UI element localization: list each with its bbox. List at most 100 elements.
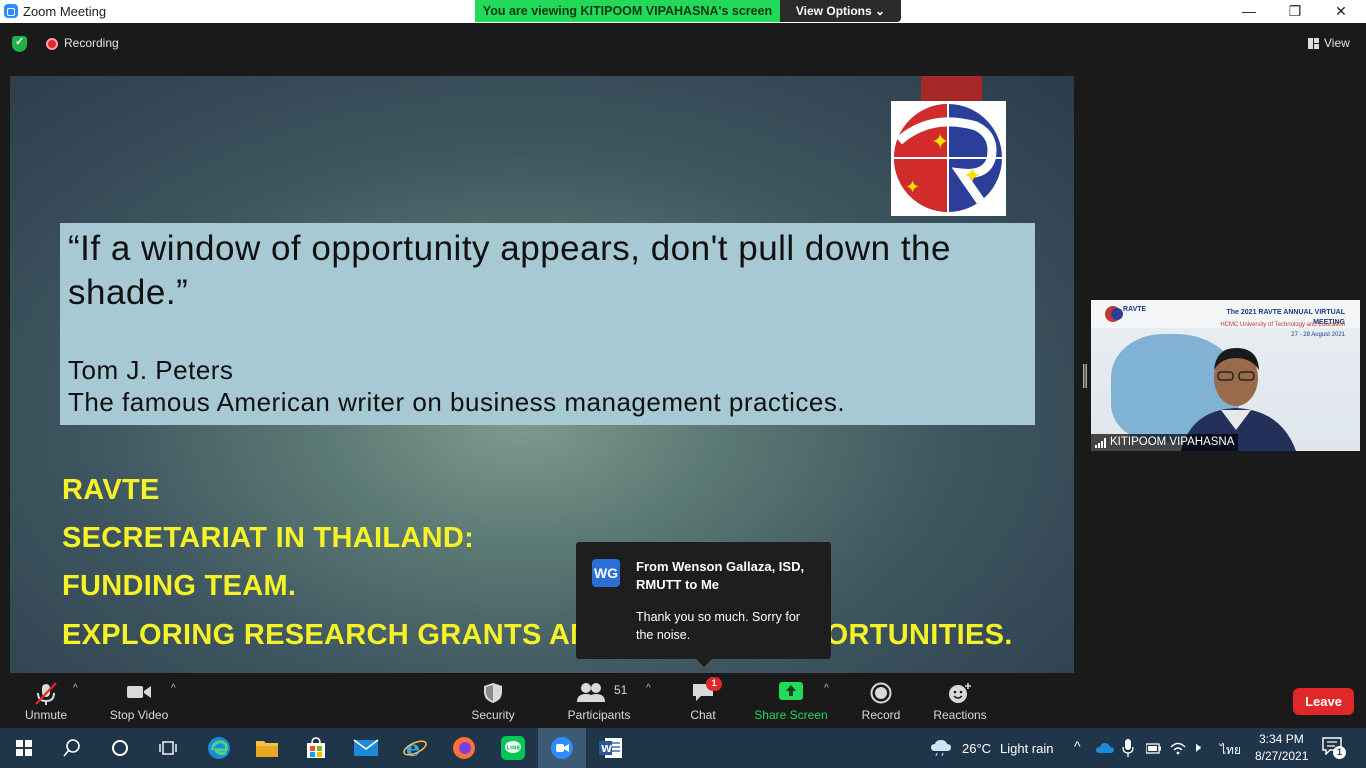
quote-text: “If a window of opportunity appears, don…: [68, 229, 951, 312]
slide-line-secretariat: SECRETARIAT IN THAILAND:: [62, 522, 475, 554]
svg-text:✦: ✦: [905, 177, 920, 197]
shared-screen-slide: ✦ ✦ ✦ “If a window of opportunity appear…: [10, 76, 1074, 673]
weather-description[interactable]: Light rain: [1000, 741, 1053, 756]
window-title: Zoom Meeting: [23, 4, 107, 19]
meeting-toolbar: Unmute ^ Stop Video ^ Security 51 Partic…: [0, 673, 1366, 728]
chevron-down-icon: ⌄: [875, 4, 886, 18]
chat-label: Chat: [690, 708, 716, 722]
participant-name-label: KITIPOOM VIPAHASNA: [1091, 434, 1239, 451]
slide-line-ravte: RAVTE: [62, 474, 160, 506]
avatar: WG: [592, 559, 620, 587]
svg-text:✦: ✦: [931, 129, 949, 154]
leave-button[interactable]: Leave: [1293, 688, 1354, 715]
stop-video-label: Stop Video: [109, 708, 169, 722]
wifi-icon[interactable]: [1170, 741, 1186, 755]
ravte-logo: ✦ ✦ ✦: [891, 101, 1006, 216]
window-titlebar: Zoom Meeting You are viewing KITIPOOM VI…: [0, 0, 1366, 23]
recording-dot-icon: [46, 38, 58, 50]
windows-logo-icon: [16, 740, 32, 756]
participants-button[interactable]: 51 Participants: [560, 673, 638, 728]
microphone-muted-icon: [35, 682, 57, 705]
slide-line-funding-team: FUNDING TEAM.: [62, 570, 297, 602]
task-view-button[interactable]: [144, 728, 192, 768]
search-icon: [63, 739, 80, 757]
action-center-button[interactable]: 1: [1322, 737, 1346, 759]
cloud-rain-icon: [931, 740, 951, 756]
cortana-button[interactable]: [96, 728, 144, 768]
taskbar-word[interactable]: W: [587, 728, 635, 768]
slide-line-exploring: EXPLORING RESEARCH GRANTS AND FUNDING OP…: [62, 619, 1013, 651]
folder-icon: [256, 741, 278, 757]
clock-time[interactable]: 3:34 PM: [1259, 732, 1304, 746]
panel-resize-handle[interactable]: [1083, 364, 1087, 388]
participant-video-tile[interactable]: RAVTE The 2021 RAVTE ANNUAL VIRTUAL MEET…: [1091, 300, 1360, 451]
windows-taskbar: e LINE W 26°C Light rain ^ 🕨 ไทย 3:34 PM…: [0, 728, 1366, 768]
microphone-icon[interactable]: [1122, 739, 1134, 757]
audio-options-chevron-icon[interactable]: ^: [73, 683, 78, 694]
record-button[interactable]: Record: [852, 673, 910, 728]
taskbar-file-explorer[interactable]: [243, 728, 291, 768]
encryption-shield-icon[interactable]: [12, 35, 27, 52]
show-hidden-icons-chevron-icon[interactable]: ^: [1074, 738, 1081, 754]
video-camera-icon: [127, 686, 151, 698]
input-language[interactable]: ไทย: [1220, 741, 1241, 760]
minimize-button[interactable]: —: [1226, 0, 1272, 23]
taskbar-internet-explorer[interactable]: e: [391, 728, 439, 768]
taskbar-zoom[interactable]: [538, 728, 586, 768]
view-options-button[interactable]: View Options ⌄: [780, 0, 901, 22]
meeting-area: Recording View ✦ ✦ ✦ “If a window of opp…: [0, 23, 1366, 673]
record-icon: [870, 682, 892, 704]
unmute-button[interactable]: Unmute: [14, 673, 78, 728]
security-label: Security: [471, 708, 515, 722]
record-label: Record: [861, 708, 901, 722]
taskbar-store[interactable]: [292, 728, 340, 768]
view-button[interactable]: View: [1308, 36, 1350, 50]
video-options-chevron-icon[interactable]: ^: [171, 683, 176, 694]
viewing-banner-text: You are viewing KITIPOOM VIPAHASNA's scr…: [475, 0, 780, 22]
participants-options-chevron-icon[interactable]: ^: [646, 683, 651, 694]
taskbar-firefox[interactable]: [440, 728, 488, 768]
share-screen-arrow-icon: [779, 682, 803, 700]
chat-unread-badge: 1: [706, 677, 722, 691]
chat-button[interactable]: 1 Chat: [680, 673, 726, 728]
zoom-app-icon: [4, 4, 18, 18]
clock-date[interactable]: 8/27/2021: [1255, 749, 1308, 763]
taskbar-line[interactable]: LINE: [489, 728, 537, 768]
reactions-button[interactable]: Reactions: [928, 673, 992, 728]
taskbar-edge[interactable]: [195, 728, 243, 768]
participants-icon: [577, 683, 605, 702]
share-screen-button[interactable]: Share Screen: [752, 673, 830, 728]
view-options-label: View Options: [795, 4, 872, 18]
close-button[interactable]: ✕: [1318, 0, 1364, 23]
svg-text:LINE: LINE: [507, 746, 521, 752]
cortana-circle-icon: [112, 740, 128, 756]
grid-icon: [1308, 37, 1319, 49]
weather-temperature[interactable]: 26°C: [962, 741, 991, 756]
speaker-muted-icon[interactable]: 🕨: [1192, 739, 1201, 756]
start-button[interactable]: [0, 728, 48, 768]
taskbar-mail[interactable]: [342, 728, 390, 768]
participant-name: KITIPOOM VIPAHASNA: [1110, 436, 1235, 448]
recording-label[interactable]: Recording: [64, 36, 119, 50]
viewing-banner: You are viewing KITIPOOM VIPAHASNA's scr…: [475, 0, 901, 22]
stop-video-button[interactable]: Stop Video: [103, 673, 175, 728]
signal-strength-icon: [1095, 437, 1106, 448]
search-button[interactable]: [48, 728, 96, 768]
chat-notification-popup[interactable]: WG From Wenson Gallaza, ISD, RMUTT to Me…: [576, 542, 831, 667]
edge-browser-icon: [208, 737, 230, 759]
chat-message: Thank you so much. Sorry for the noise.: [636, 610, 800, 642]
battery-icon[interactable]: [1146, 741, 1162, 755]
onedrive-cloud-icon[interactable]: [1096, 742, 1114, 754]
svg-text:e: e: [406, 736, 420, 760]
reactions-label: Reactions: [933, 708, 987, 722]
svg-text:✦: ✦: [963, 163, 981, 188]
maximize-button[interactable]: ❐: [1272, 0, 1318, 23]
slide-logo-tab: [921, 76, 982, 101]
share-options-chevron-icon[interactable]: ^: [824, 683, 829, 694]
security-button[interactable]: Security: [462, 673, 524, 728]
mail-envelope-icon: [353, 739, 379, 756]
quote-author: Tom J. Peters: [68, 355, 234, 385]
internet-explorer-icon: e: [403, 736, 427, 760]
share-screen-label: Share Screen: [754, 708, 828, 722]
security-shield-icon: [484, 683, 502, 703]
